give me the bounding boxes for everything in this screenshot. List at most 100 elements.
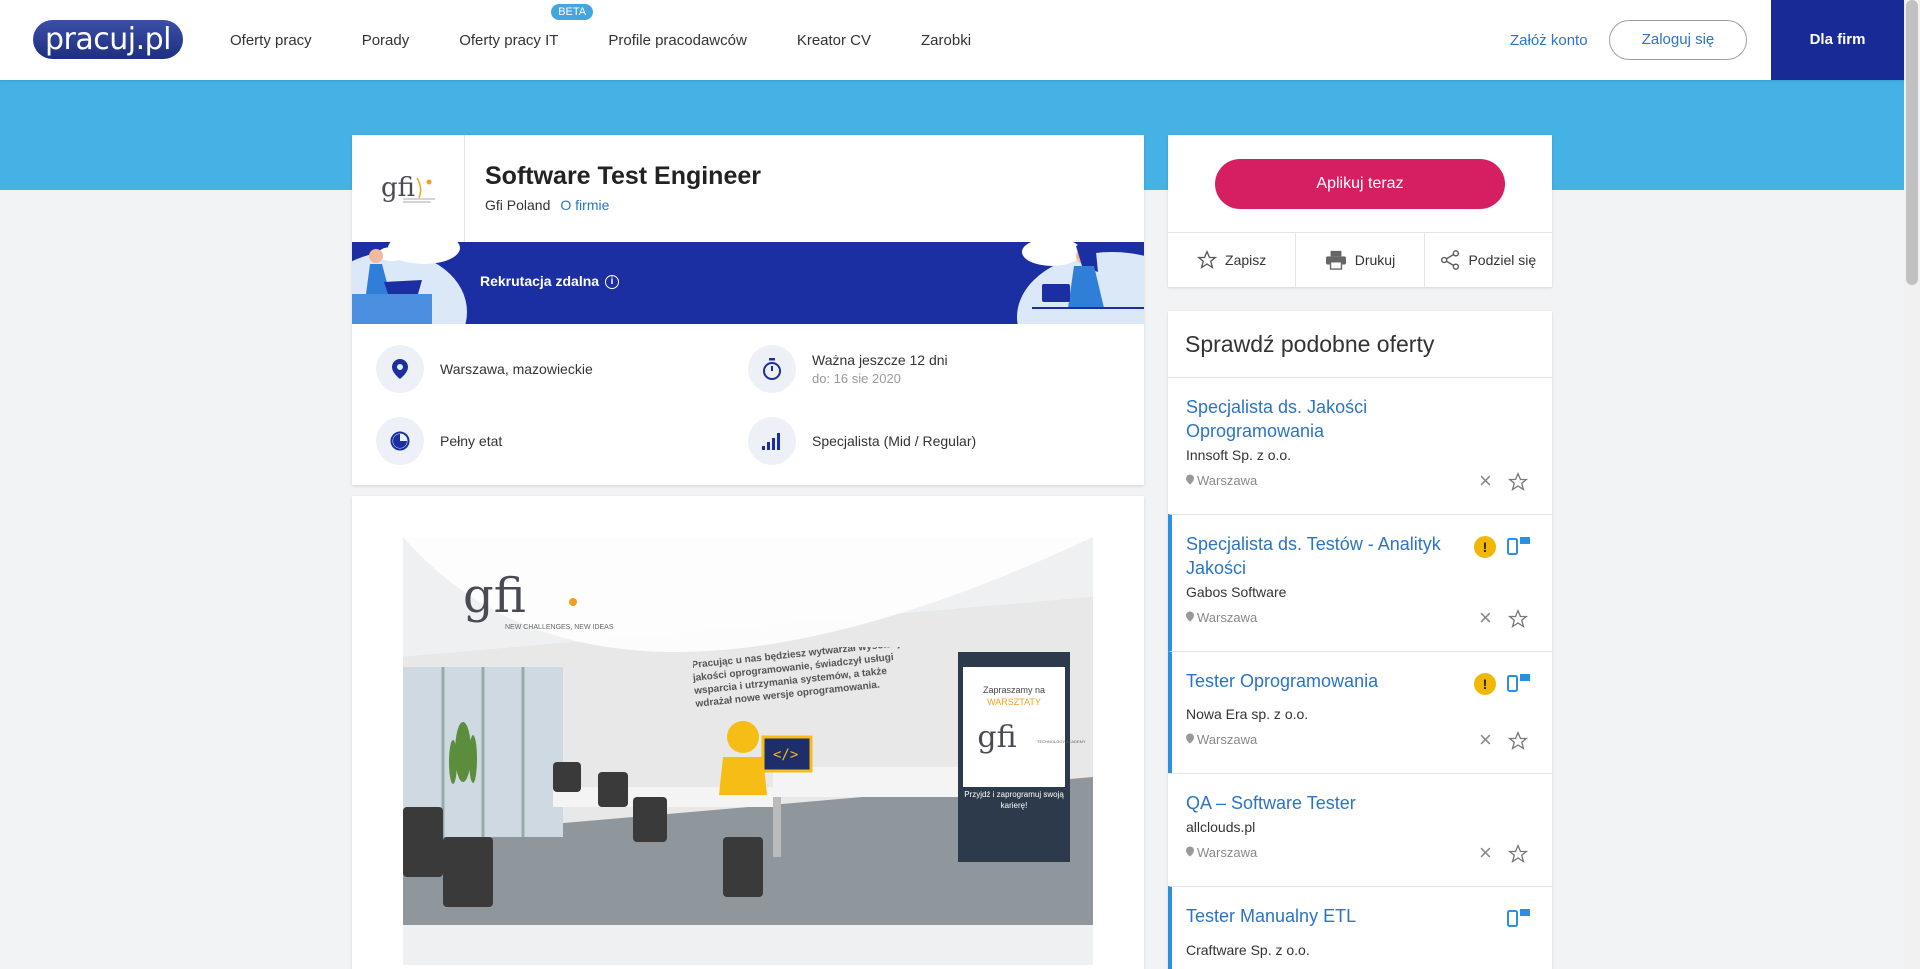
- dismiss-icon[interactable]: ×: [1479, 470, 1492, 492]
- printer-icon: [1325, 250, 1346, 270]
- svg-text:</>: </>: [773, 747, 798, 763]
- dismiss-icon[interactable]: ×: [1479, 729, 1492, 751]
- offer-location: Warszawa: [1186, 845, 1257, 860]
- offer-title[interactable]: Specjalista ds. Testów - Analityk Jakośc…: [1186, 532, 1446, 580]
- remote-illustration: [352, 242, 1144, 324]
- employment-text: Pełny etat: [440, 433, 503, 449]
- svg-text:WARSZTATY: WARSZTATY: [987, 697, 1041, 707]
- star-outline-icon[interactable]: [1508, 609, 1528, 629]
- validity-text: Ważna jeszcze 12 dni: [812, 352, 948, 368]
- office-photo: gfi NEW CHALLENGES, NEW IDEAS Pracując u…: [403, 537, 1093, 925]
- print-label: Drukuj: [1354, 252, 1396, 268]
- svg-text:gfi: gfi: [463, 568, 526, 624]
- offer-location-text: Warszawa: [1197, 473, 1258, 488]
- print-button[interactable]: Drukuj: [1296, 233, 1425, 287]
- offer-location-text: Warszawa: [1197, 732, 1258, 747]
- offer-company: Craftware Sp. z o.o.: [1186, 942, 1310, 958]
- alert-badge-icon: !: [1474, 673, 1496, 695]
- svg-text:Zapraszamy na: Zapraszamy na: [983, 685, 1045, 695]
- apply-card: Aplikuj teraz Zapisz Drukuj Podziel się: [1168, 135, 1552, 287]
- remote-recruitment-banner: Rekrutacja zdalna i: [352, 242, 1144, 324]
- nav-it-offers[interactable]: Oferty pracy IT BETA: [459, 3, 594, 49]
- location-pin-icon: [376, 345, 424, 393]
- beta-badge: BETA: [551, 3, 594, 20]
- offer-title[interactable]: Specjalista ds. Jakości Oprogramowania: [1186, 395, 1446, 443]
- register-link[interactable]: Załóż konto: [1510, 32, 1588, 49]
- clock-pie-icon: [376, 417, 424, 465]
- info-icon[interactable]: i: [605, 275, 620, 290]
- gfi-logo-icon: gfi: [381, 173, 435, 203]
- offer-location-text: Warszawa: [1197, 845, 1258, 860]
- star-outline-icon[interactable]: [1508, 844, 1528, 864]
- mobile-apply-icon: [1507, 674, 1530, 692]
- similar-offer[interactable]: Tester Oprogramowania Nowa Era sp. z o.o…: [1168, 651, 1552, 773]
- offer-location: Warszawa: [1186, 610, 1257, 625]
- svg-text:TECHNOLOGY ACADEMY: TECHNOLOGY ACADEMY: [1037, 739, 1086, 744]
- alert-badge-icon: !: [1474, 536, 1496, 558]
- similar-offers-card: Sprawdź podobne oferty Specjalista ds. J…: [1168, 311, 1552, 969]
- mobile-apply-icon: [1507, 909, 1530, 927]
- login-button[interactable]: Zaloguj się: [1609, 20, 1747, 60]
- similar-offer[interactable]: Specjalista ds. Jakości Oprogramowania I…: [1168, 377, 1552, 514]
- scrollbar-thumb[interactable]: [1906, 0, 1918, 285]
- dismiss-icon[interactable]: ×: [1479, 842, 1492, 864]
- page: pracuj.pl Oferty pracy Porady Oferty pra…: [0, 0, 1920, 969]
- nav-it-offers-label: Oferty pracy IT: [459, 31, 559, 49]
- dismiss-icon[interactable]: ×: [1479, 607, 1492, 629]
- location-text: Warszawa, mazowieckie: [440, 361, 593, 377]
- offer-company: Nowa Era sp. z o.o.: [1186, 706, 1309, 722]
- save-button[interactable]: Zapisz: [1168, 233, 1297, 287]
- offer-company: allclouds.pl: [1186, 819, 1256, 835]
- nav-job-offers[interactable]: Oferty pracy: [230, 32, 312, 49]
- location-pin-icon: [1186, 733, 1194, 744]
- detail-employment: Pełny etat: [376, 417, 502, 465]
- detail-level: Specjalista (Mid / Regular): [748, 417, 976, 465]
- company-image-card: gfi NEW CHALLENGES, NEW IDEAS Pracując u…: [352, 496, 1144, 969]
- mobile-apply-icon: [1507, 537, 1530, 555]
- job-header-card: gfi Software Test Engineer Gfi Poland O f…: [352, 135, 1144, 485]
- location-pin-icon: [1186, 474, 1194, 485]
- job-title: Software Test Engineer: [485, 162, 761, 190]
- wall-slogan: Pracując u nas będziesz wytwarzał wysoki…: [693, 647, 901, 710]
- pracuj-logo[interactable]: pracuj.pl: [33, 20, 183, 59]
- company-name-row: Gfi Poland O firmie: [485, 197, 609, 213]
- office-illustration: gfi NEW CHALLENGES, NEW IDEAS Pracując u…: [403, 537, 1093, 925]
- nav-advice[interactable]: Porady: [362, 32, 410, 49]
- offer-location: Warszawa: [1186, 473, 1257, 488]
- share-button[interactable]: Podziel się: [1425, 233, 1552, 287]
- offer-location: Warszawa: [1186, 732, 1257, 747]
- nav-cv-creator[interactable]: Kreator CV: [797, 32, 871, 49]
- star-outline-icon[interactable]: [1508, 731, 1528, 751]
- remote-recruitment-label[interactable]: Rekrutacja zdalna i: [480, 273, 620, 290]
- detail-validity: Ważna jeszcze 12 dni do: 16 sie 2020: [748, 345, 948, 393]
- offer-title[interactable]: QA – Software Tester: [1186, 791, 1446, 815]
- company-name: Gfi Poland: [485, 197, 551, 213]
- offer-title[interactable]: Tester Oprogramowania: [1186, 669, 1446, 693]
- similar-offer[interactable]: Specjalista ds. Testów - Analityk Jakośc…: [1168, 514, 1552, 651]
- offer-location-text: Warszawa: [1197, 610, 1258, 625]
- apply-now-button[interactable]: Aplikuj teraz: [1215, 159, 1505, 209]
- location-pin-icon: [1186, 846, 1194, 857]
- nav-employer-profiles[interactable]: Profile pracodawców: [608, 32, 746, 49]
- location-pin-icon: [1186, 611, 1194, 622]
- offer-company: Innsoft Sp. z o.o.: [1186, 447, 1292, 463]
- company-logo[interactable]: gfi: [352, 135, 465, 242]
- nav-salaries[interactable]: Zarobki: [921, 32, 971, 49]
- similar-offers-title: Sprawdź podobne oferty: [1185, 331, 1435, 357]
- offer-title[interactable]: Tester Manualny ETL: [1186, 904, 1446, 928]
- share-label: Podziel się: [1468, 252, 1537, 268]
- similar-offer[interactable]: QA – Software Tester allclouds.pl Warsza…: [1168, 773, 1552, 886]
- svg-text:NEW CHALLENGES, NEW IDEAS: NEW CHALLENGES, NEW IDEAS: [505, 624, 614, 631]
- similar-offer[interactable]: Tester Manualny ETL Craftware Sp. z o.o.: [1168, 886, 1552, 969]
- for-companies-button[interactable]: Dla firm: [1771, 0, 1904, 80]
- top-navigation: pracuj.pl Oferty pracy Porady Oferty pra…: [0, 0, 1904, 80]
- remote-recruitment-text: Rekrutacja zdalna: [480, 273, 600, 289]
- star-outline-icon[interactable]: [1508, 472, 1528, 492]
- level-text: Specjalista (Mid / Regular): [812, 433, 977, 449]
- stopwatch-icon: [748, 345, 796, 393]
- about-company-link[interactable]: O firmie: [560, 197, 609, 213]
- save-label: Zapisz: [1225, 252, 1267, 268]
- star-outline-icon: [1197, 250, 1218, 269]
- svg-text:gfi: gfi: [977, 720, 1016, 755]
- validity-date: do: 16 sie 2020: [812, 371, 901, 386]
